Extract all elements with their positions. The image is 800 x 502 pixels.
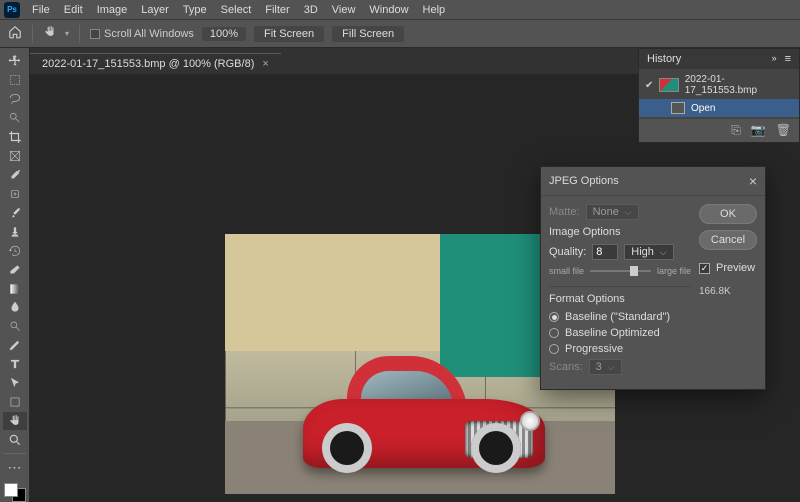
image-options-heading: Image Options — [549, 226, 691, 238]
tools-panel: ⋯ — [0, 48, 30, 502]
home-icon[interactable] — [8, 25, 22, 42]
cancel-button[interactable]: Cancel — [699, 230, 757, 250]
filesize-readout: 166.8K — [699, 286, 757, 297]
quick-select-tool[interactable] — [3, 109, 27, 128]
close-tab-icon[interactable]: × — [262, 58, 268, 70]
shape-tool[interactable] — [3, 393, 27, 412]
scans-select: 3 — [589, 359, 622, 375]
scroll-all-label: Scroll All Windows — [104, 28, 194, 40]
lasso-tool[interactable] — [3, 90, 27, 109]
jpeg-options-dialog: JPEG Options × Matte: None Image Options… — [540, 166, 766, 390]
radio-icon — [549, 312, 559, 322]
history-step-open[interactable]: Open — [639, 99, 799, 117]
slider-small-label: small file — [549, 266, 584, 276]
menu-file[interactable]: File — [26, 2, 56, 18]
menu-layer[interactable]: Layer — [135, 2, 175, 18]
options-bar: ▾ Scroll All Windows 100% Fit Screen Fil… — [0, 20, 800, 48]
history-brush-tool[interactable] — [3, 241, 27, 260]
preview-checkbox[interactable] — [699, 263, 710, 274]
quality-label: Quality: — [549, 246, 586, 258]
snapshot-name: 2022-01-17_151553.bmp — [685, 74, 793, 96]
history-panel: History » ≡ ✔ 2022-01-17_151553.bmp Open… — [638, 48, 800, 143]
checkbox-icon — [90, 29, 100, 39]
gradient-tool[interactable] — [3, 279, 27, 298]
document-tab-title: 2022-01-17_151553.bmp @ 100% (RGB/8) — [42, 58, 254, 70]
menu-type[interactable]: Type — [177, 2, 213, 18]
zoom-level[interactable]: 100% — [202, 27, 246, 41]
snapshot-thumbnail — [659, 78, 678, 92]
frame-tool[interactable] — [3, 147, 27, 166]
scans-label: Scans: — [549, 361, 583, 373]
menu-window[interactable]: Window — [363, 2, 414, 18]
quality-preset-select[interactable]: High — [624, 244, 673, 260]
menu-help[interactable]: Help — [417, 2, 452, 18]
healing-brush-tool[interactable] — [3, 184, 27, 203]
close-dialog-icon[interactable]: × — [749, 173, 757, 189]
edit-toolbar[interactable]: ⋯ — [3, 458, 27, 477]
zoom-tool[interactable] — [3, 430, 27, 449]
menu-image[interactable]: Image — [91, 2, 134, 18]
toolbar-divider — [3, 453, 26, 454]
quality-input[interactable] — [592, 244, 618, 260]
history-panel-footer: ⎘ 📷 🗑 — [639, 119, 799, 142]
slider-large-label: large file — [657, 266, 691, 276]
delete-state-icon[interactable]: 🗑 — [776, 123, 791, 138]
eyedropper-tool[interactable] — [3, 166, 27, 185]
open-step-icon — [671, 102, 685, 114]
slider-thumb[interactable] — [630, 266, 638, 276]
foreground-color-swatch[interactable] — [4, 483, 18, 497]
divider — [79, 25, 80, 43]
quality-slider[interactable] — [590, 270, 651, 272]
fill-screen-button[interactable]: Fill Screen — [332, 26, 404, 42]
fit-screen-button[interactable]: Fit Screen — [254, 26, 324, 42]
dodge-tool[interactable] — [3, 317, 27, 336]
tool-preset-dropdown[interactable]: ▾ — [65, 29, 69, 38]
radio-baseline-standard[interactable]: Baseline ("Standard") — [549, 311, 691, 323]
radio-progressive[interactable]: Progressive — [549, 343, 691, 355]
collapse-panel-icon[interactable]: » — [772, 53, 777, 65]
radio-icon — [549, 344, 559, 354]
matte-label: Matte: — [549, 206, 580, 218]
scroll-all-windows-checkbox[interactable]: Scroll All Windows — [90, 28, 194, 40]
menu-filter[interactable]: Filter — [259, 2, 295, 18]
menu-edit[interactable]: Edit — [58, 2, 89, 18]
divider — [32, 25, 33, 43]
dialog-titlebar[interactable]: JPEG Options × — [541, 167, 765, 196]
menu-3d[interactable]: 3D — [298, 2, 324, 18]
radio-baseline-optimized[interactable]: Baseline Optimized — [549, 327, 691, 339]
menu-view[interactable]: View — [326, 2, 362, 18]
history-step-label: Open — [691, 103, 715, 114]
type-tool[interactable] — [3, 355, 27, 374]
marquee-tool[interactable] — [3, 71, 27, 90]
create-document-icon[interactable]: ⎘ — [731, 123, 741, 138]
blur-tool[interactable] — [3, 298, 27, 317]
color-swatches[interactable] — [4, 483, 26, 502]
eraser-tool[interactable] — [3, 260, 27, 279]
format-options-heading: Format Options — [549, 293, 691, 305]
preview-label: Preview — [716, 262, 755, 274]
ok-button[interactable]: OK — [699, 204, 757, 224]
panel-menu-icon[interactable]: ≡ — [785, 53, 791, 65]
document-tab[interactable]: 2022-01-17_151553.bmp @ 100% (RGB/8) × — [30, 53, 281, 74]
matte-select: None — [586, 204, 639, 220]
hand-tool[interactable] — [3, 412, 27, 431]
move-tool[interactable] — [3, 52, 27, 71]
brush-icon: ✔ — [645, 80, 653, 91]
menu-select[interactable]: Select — [215, 2, 258, 18]
create-snapshot-icon[interactable]: 📷 — [751, 123, 766, 138]
brush-tool[interactable] — [3, 203, 27, 222]
hand-tool-icon[interactable] — [43, 25, 57, 42]
path-select-tool[interactable] — [3, 374, 27, 393]
pen-tool[interactable] — [3, 336, 27, 355]
dialog-title: JPEG Options — [549, 175, 619, 187]
history-panel-title: History — [647, 53, 681, 65]
history-snapshot[interactable]: ✔ 2022-01-17_151553.bmp — [639, 71, 799, 99]
clone-stamp-tool[interactable] — [3, 222, 27, 241]
crop-tool[interactable] — [3, 128, 27, 147]
radio-icon — [549, 328, 559, 338]
menubar: Ps File Edit Image Layer Type Select Fil… — [0, 0, 800, 20]
app-logo: Ps — [4, 2, 20, 18]
